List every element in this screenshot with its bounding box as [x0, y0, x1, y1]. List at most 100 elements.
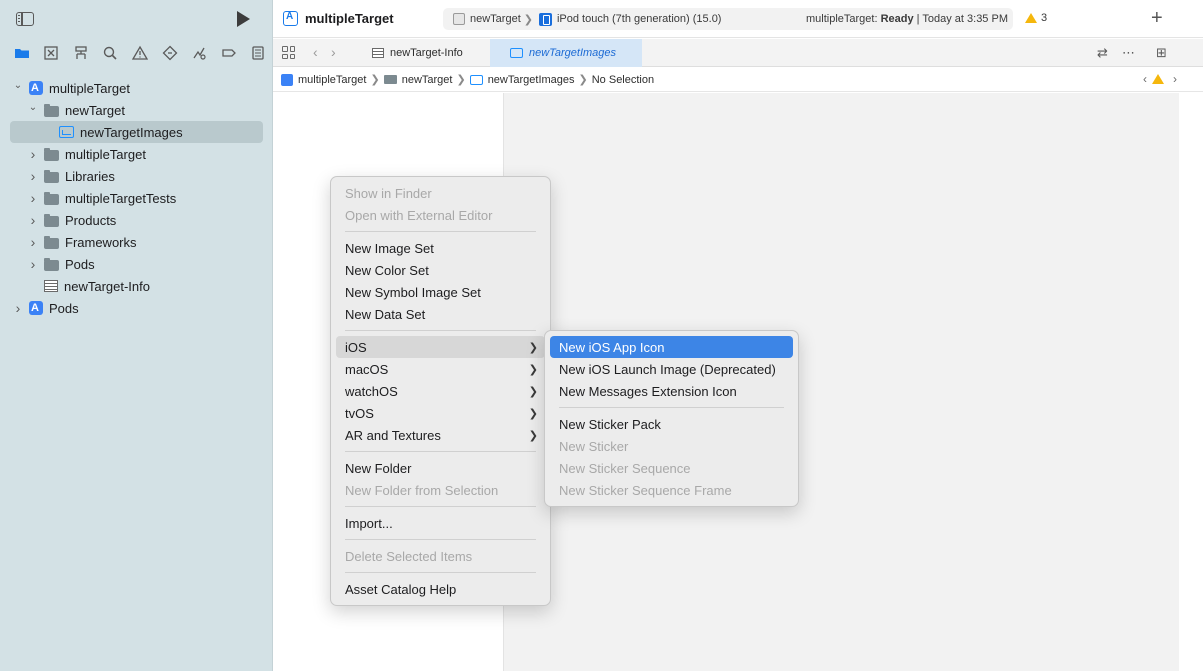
warning-count: 3 — [1041, 12, 1048, 24]
chevron-right-icon[interactable]: › — [28, 234, 38, 250]
plist-icon — [44, 280, 58, 292]
chevron-right-icon: ❯ — [578, 74, 588, 86]
tree-item-multipletargettests[interactable]: › multipleTargetTests — [0, 187, 273, 209]
menu-item-ios[interactable]: iOS ❯ — [336, 336, 545, 358]
menu-item-label: Delete Selected Items — [345, 548, 473, 564]
test-icon[interactable] — [155, 39, 185, 67]
chevron-right-icon[interactable]: › — [28, 256, 38, 272]
menu-item-new-symbol-image-set[interactable]: New Symbol Image Set — [331, 281, 550, 303]
breadcrumb-project[interactable]: multipleTarget — [281, 73, 366, 86]
source-control-icon[interactable] — [37, 39, 67, 67]
menu-item-label: New Folder — [345, 460, 412, 476]
symbol-icon[interactable] — [66, 39, 96, 67]
swap-icon[interactable]: ⇄ — [1097, 45, 1108, 61]
warning-indicator[interactable]: 3 — [1025, 12, 1047, 24]
plist-icon — [372, 48, 384, 58]
menu-item-watchos[interactable]: watchOS ❯ — [331, 380, 550, 402]
chevron-right-icon[interactable]: › — [13, 300, 23, 316]
tab-newtargetimages[interactable]: newTargetImages — [490, 39, 642, 67]
folder-icon[interactable] — [7, 39, 37, 67]
tree-item-frameworks[interactable]: › Frameworks — [0, 231, 273, 253]
menu-item-new-image-set[interactable]: New Image Set — [331, 237, 550, 259]
scheme-selector[interactable]: newTarget ❯ iPod touch (7th generation) … — [443, 8, 1013, 30]
scheme-icon — [453, 13, 465, 25]
build-status: multipleTarget: Ready | Today at 3:35 PM — [806, 13, 1008, 25]
chevron-down-icon[interactable]: ⌄ — [28, 102, 38, 113]
related-items-icon[interactable] — [282, 46, 295, 59]
chevron-right-icon[interactable]: › — [28, 190, 38, 206]
menu-separator — [345, 572, 536, 573]
menu-item-macos[interactable]: macOS ❯ — [331, 358, 550, 380]
menu-item-new-sticker-pack[interactable]: New Sticker Pack — [545, 413, 798, 435]
chevron-right-icon[interactable]: › — [28, 168, 38, 184]
menu-item-new-ios-app-icon[interactable]: New iOS App Icon — [550, 336, 793, 358]
tree-item-newtarget[interactable]: ⌄ newTarget — [0, 99, 273, 121]
tab-newtarget-info[interactable]: newTarget-Info — [368, 39, 490, 67]
chevron-right-icon: ❯ — [370, 74, 380, 86]
run-button[interactable] — [237, 11, 250, 27]
menu-item-import[interactable]: Import... — [331, 512, 550, 534]
add-button[interactable]: + — [1151, 7, 1163, 30]
menu-item-label: New Sticker Sequence — [559, 460, 691, 476]
chevron-down-icon[interactable]: ⌄ — [13, 80, 23, 91]
chevron-right-icon: ❯ — [528, 385, 538, 398]
add-editor-icon[interactable]: ⊞ — [1156, 45, 1167, 61]
chevron-right-icon[interactable]: › — [28, 212, 38, 228]
menu-item-new-sticker-sequence: New Sticker Sequence — [545, 457, 798, 479]
issue-icon[interactable] — [125, 39, 155, 67]
next-issue-icon[interactable]: › — [1173, 72, 1177, 86]
project-icon — [29, 301, 43, 315]
breadcrumb-assets[interactable]: newTargetImages — [469, 74, 575, 86]
tree-item-label: multipleTarget — [65, 146, 146, 162]
folder-icon — [44, 169, 59, 183]
menu-item-label: New Folder from Selection — [345, 482, 499, 498]
debug-icon[interactable] — [184, 39, 214, 67]
status-ready: Ready — [880, 13, 914, 25]
breakpoint-icon[interactable] — [214, 39, 244, 67]
report-icon[interactable] — [244, 39, 274, 67]
device-name[interactable]: iPod touch (7th generation) (15.0) — [557, 13, 722, 25]
project-title: multipleTarget — [305, 11, 394, 26]
breadcrumb-selection[interactable]: No Selection — [592, 74, 654, 86]
sidebar-toggle-icon[interactable] — [16, 12, 34, 26]
menu-item-label: iOS — [345, 339, 367, 355]
chevron-right-icon: ❯ — [528, 429, 538, 442]
tree-item-multipletarget[interactable]: ⌄ multipleTarget — [0, 77, 273, 99]
project-icon — [29, 81, 43, 95]
tree-item-pods[interactable]: › Pods — [0, 297, 273, 319]
menu-item-label: watchOS — [345, 383, 398, 399]
menu-item-label: New iOS App Icon — [559, 339, 665, 355]
tree-item-libraries[interactable]: › Libraries — [0, 165, 273, 187]
scheme-name[interactable]: newTarget — [470, 13, 521, 25]
tree-item-pods[interactable]: › Pods — [0, 253, 273, 275]
menu-item-new-data-set[interactable]: New Data Set — [331, 303, 550, 325]
tree-item-label: Frameworks — [65, 234, 137, 250]
menu-item-new-folder[interactable]: New Folder — [331, 457, 550, 479]
tree-item-multipletarget[interactable]: › multipleTarget — [0, 143, 273, 165]
chevron-right-icon[interactable]: › — [28, 146, 38, 162]
folder-icon — [44, 235, 59, 249]
folder-icon — [44, 191, 59, 205]
project-navigator-tree: ⌄ multipleTarget ⌄ newTarget newTargetImages… — [0, 77, 273, 319]
menu-item-new-ios-launch-image-deprecated[interactable]: New iOS Launch Image (Deprecated) — [545, 358, 798, 380]
menu-item-asset-catalog-help[interactable]: Asset Catalog Help — [331, 578, 550, 600]
more-options-icon[interactable]: ⋯ — [1122, 45, 1135, 61]
menu-item-new-messages-extension-icon[interactable]: New Messages Extension Icon — [545, 380, 798, 402]
tab-label: newTarget-Info — [390, 47, 463, 59]
menu-item-tvos[interactable]: tvOS ❯ — [331, 402, 550, 424]
breadcrumb-folder[interactable]: newTarget — [383, 74, 452, 86]
tree-item-label: multipleTargetTests — [65, 190, 177, 206]
folder-icon — [383, 75, 397, 84]
tree-item-label: newTargetImages — [80, 124, 183, 140]
menu-item-ar-and-textures[interactable]: AR and Textures ❯ — [331, 424, 550, 446]
tree-item-newtarget-info[interactable]: newTarget-Info — [0, 275, 273, 297]
menu-item-new-color-set[interactable]: New Color Set — [331, 259, 550, 281]
forward-chevron-icon[interactable]: › — [331, 44, 336, 60]
tree-item-newtargetimages[interactable]: newTargetImages — [10, 121, 263, 143]
previous-issue-icon[interactable]: ‹ — [1143, 72, 1147, 86]
tree-item-products[interactable]: › Products — [0, 209, 273, 231]
chevron-right-icon: ❯ — [528, 341, 538, 354]
back-chevron-icon[interactable]: ‹ — [313, 44, 318, 60]
search-icon[interactable] — [96, 39, 126, 67]
